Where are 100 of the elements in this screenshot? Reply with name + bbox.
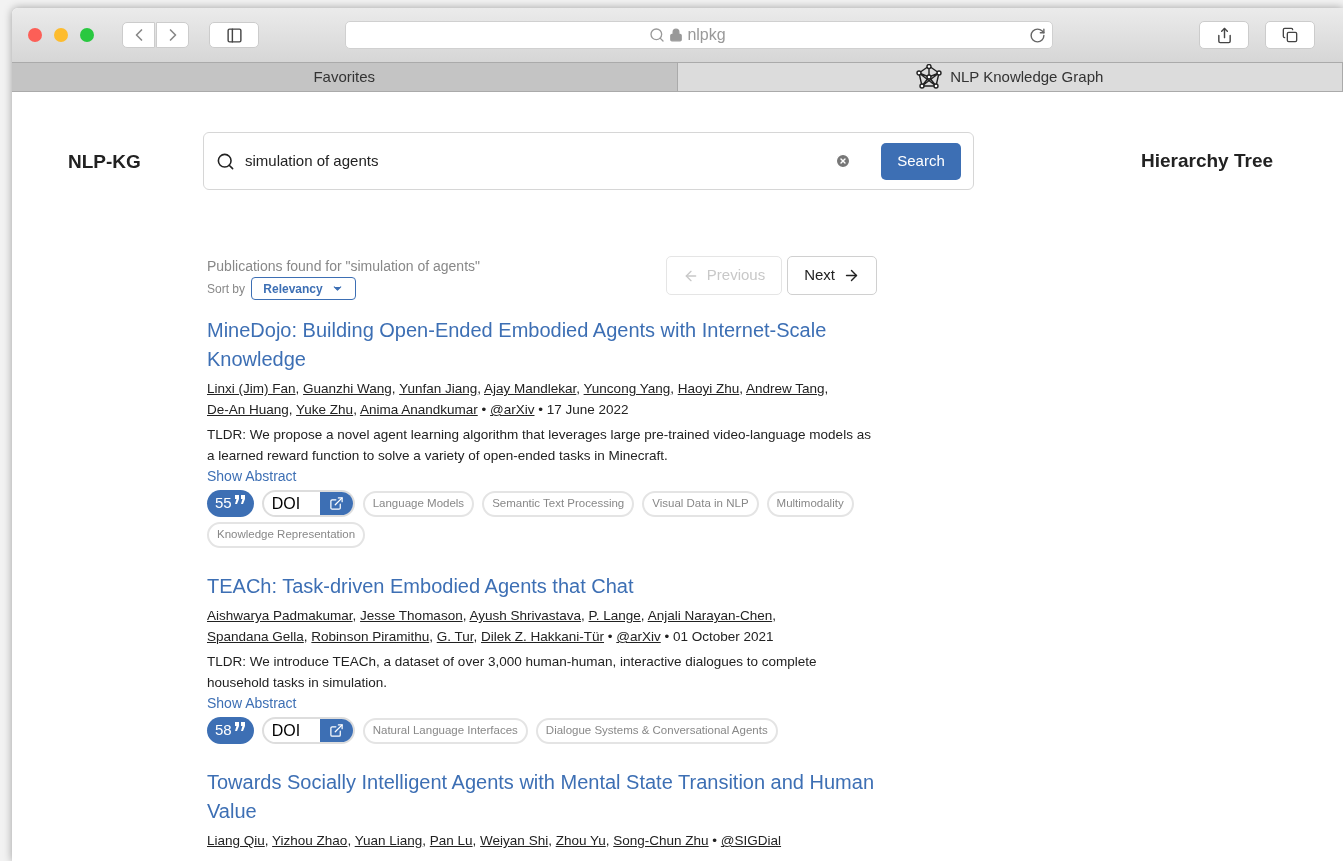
bullet: •	[538, 402, 543, 417]
author-link[interactable]: Spandana Gella	[207, 629, 304, 644]
author-link[interactable]: Song-Chun Zhu	[613, 833, 709, 848]
bullet: •	[712, 833, 718, 848]
paper-title[interactable]: TEACh: Task-driven Embodied Agents that Chat	[207, 572, 877, 601]
comma: ,	[472, 833, 477, 848]
author-link[interactable]: Liang Qiu	[207, 833, 265, 848]
publication-date: 01 October 2021	[673, 629, 774, 644]
paper-title[interactable]: Towards Socially Intelligent Agents with Mental State Transition and Human Value	[207, 768, 877, 826]
tldr-text: TLDR: We propose a novel agent learning algorithm that leverages large pre-trained video-language models as a learned reward function to solve a variety of open-ended tasks in Minecraft.	[207, 426, 872, 465]
comma: ,	[739, 381, 743, 396]
comma: ,	[576, 381, 581, 396]
comma: ,	[353, 402, 357, 417]
comma: ,	[429, 629, 433, 644]
share-button[interactable]	[1199, 21, 1249, 49]
comma: ,	[462, 608, 467, 623]
author-link[interactable]: Jesse Thomason	[360, 608, 463, 623]
topic-tag[interactable]: Language Models	[362, 490, 475, 517]
paper-title[interactable]: MineDojo: Building Open-Ended Embodied Agents with Internet-Scale Knowledge	[207, 316, 877, 374]
search-button[interactable]: Search	[881, 142, 961, 180]
bullet: •	[481, 402, 487, 417]
doi-button[interactable]: DOI	[261, 490, 355, 517]
doi-button[interactable]: DOI	[261, 717, 355, 744]
author-link[interactable]: Anima Anandkumar	[359, 402, 478, 417]
comma: ,	[824, 381, 829, 396]
quote-icon	[233, 721, 246, 732]
external-link-icon	[328, 496, 344, 511]
author-link[interactable]: Guanzhi Wang	[303, 381, 392, 396]
author-link[interactable]: Ajay Mandlekar	[484, 381, 577, 396]
network-graph-icon	[916, 64, 943, 90]
results-summary: Publications found for "simulation of agents"	[207, 257, 480, 276]
comma: ,	[581, 608, 585, 623]
comma: ,	[347, 833, 352, 848]
comma: ,	[422, 833, 426, 848]
sort-label: Sort by	[207, 280, 245, 298]
author-link[interactable]: Pan Lu	[429, 833, 473, 848]
comma: ,	[264, 833, 269, 848]
venue-link[interactable]: @SIGDial	[720, 833, 782, 848]
browser-tab[interactable]: NLP Knowledge Graph	[677, 63, 1343, 91]
sort-dropdown[interactable]: Relevancy	[251, 277, 356, 300]
author-link[interactable]: Ayush Shrivastava	[469, 608, 581, 623]
comma: ,	[288, 402, 293, 417]
topic-tag[interactable]: Multimodality	[766, 490, 854, 517]
comma: ,	[548, 833, 552, 848]
comma: ,	[670, 381, 674, 396]
citation-count: 58	[207, 717, 254, 744]
citation-count: 55	[207, 490, 254, 517]
show-abstract-link[interactable]: Show Abstract	[207, 466, 877, 486]
comma: ,	[640, 608, 645, 623]
topic-tag[interactable]: Knowledge Representation	[207, 522, 366, 548]
comma: ,	[295, 381, 300, 396]
comma: ,	[772, 608, 776, 623]
sidebar-button[interactable]	[209, 22, 259, 48]
author-link[interactable]: Yuke Zhu	[296, 402, 354, 417]
sidebar-icon	[225, 26, 243, 44]
arrow-right-icon	[843, 267, 860, 284]
back-button[interactable]	[122, 22, 155, 48]
show-abstract-link[interactable]: Show Abstract	[207, 693, 877, 713]
author-link[interactable]: Linxi (Jim) Fan	[207, 381, 296, 396]
browser-tab[interactable]: Favorites	[12, 63, 678, 91]
hierarchy-tree-link[interactable]: Hierarchy Tree	[1141, 147, 1274, 176]
topic-tag[interactable]: Natural Language Interfaces	[362, 717, 528, 744]
clear-icon[interactable]	[835, 153, 851, 169]
comma: ,	[303, 629, 308, 644]
topic-tag[interactable]: Dialogue Systems & Conversational Agents	[535, 717, 778, 744]
site-logo[interactable]: NLP-KG	[68, 148, 188, 177]
tldr-text: TLDR: We introduce TEACh, a dataset of over 3,000 human-human, interactive dialogues to complete household tasks in simulation.	[207, 653, 818, 692]
forward-button[interactable]	[156, 22, 189, 48]
next-button[interactable]: Next	[787, 256, 877, 295]
bullet: •	[607, 629, 613, 644]
tabs-icon	[1282, 27, 1298, 43]
search-icon	[216, 151, 235, 171]
comma: ,	[605, 833, 610, 848]
lock-icon	[669, 28, 684, 42]
address-text: nlpkg	[687, 25, 726, 45]
comma: ,	[477, 381, 481, 396]
share-icon	[1215, 26, 1233, 44]
tabs-overview-button[interactable]	[1265, 21, 1315, 49]
topic-tag[interactable]: Semantic Text Processing	[482, 490, 635, 517]
search-icon	[649, 27, 666, 43]
external-link-icon	[328, 723, 344, 738]
author-link[interactable]: Zhou Yu	[555, 833, 606, 848]
bullet: •	[664, 629, 670, 644]
author-link[interactable]: Andrew Tang	[746, 381, 825, 396]
author-link[interactable]: Aishwarya Padmakumar	[207, 608, 353, 623]
quote-icon	[233, 494, 246, 505]
author-link[interactable]: De-An Huang	[207, 402, 289, 417]
author-link[interactable]: Dilek Z. Hakkani-Tür	[481, 629, 605, 644]
comma: ,	[352, 608, 357, 623]
author-link[interactable]: P. Lange	[588, 608, 641, 623]
topic-tag[interactable]: Visual Data in NLP	[642, 490, 759, 517]
search-field[interactable]: simulation of agents Search	[203, 132, 974, 190]
venue-link[interactable]: @arXiv	[616, 629, 661, 644]
comma: ,	[391, 381, 396, 396]
close-window-icon[interactable]	[28, 28, 42, 42]
comma: ,	[473, 629, 478, 644]
author-link[interactable]: G. Tur	[436, 629, 474, 644]
reload-icon[interactable]	[1029, 26, 1046, 44]
venue-link[interactable]: @arXiv	[490, 402, 535, 417]
publication-date: 17 June 2022	[546, 402, 629, 417]
